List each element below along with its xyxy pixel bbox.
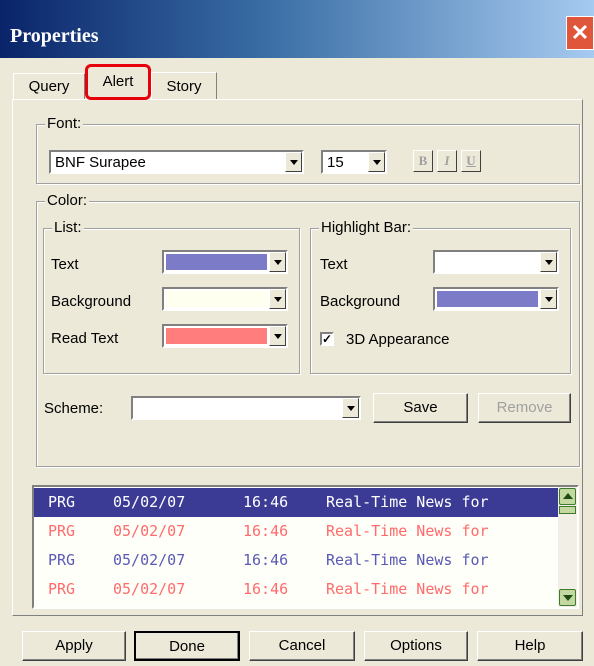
row-headline: Real-Time News for <box>326 551 489 569</box>
scroll-down-icon[interactable] <box>559 589 576 606</box>
options-button[interactable]: Options <box>364 631 468 661</box>
preview-scrollbar[interactable] <box>558 487 577 607</box>
scheme-label: Scheme: <box>44 400 104 417</box>
row-code: PRG <box>48 551 76 569</box>
scroll-thumb[interactable] <box>559 506 576 514</box>
list-item[interactable]: PRG 05/02/07 16:46 Real-Time News for <box>34 488 559 517</box>
row-code: PRG <box>48 522 76 540</box>
highlight-background-color-select[interactable] <box>433 287 559 311</box>
chevron-down-icon[interactable] <box>269 326 286 346</box>
font-family-value: BNF Surapee <box>55 154 146 171</box>
remove-button[interactable]: Remove <box>478 393 571 423</box>
row-date: 05/02/07 <box>113 580 186 598</box>
window-title: Properties <box>10 25 99 47</box>
highlight-background-swatch <box>437 291 538 307</box>
list-text-swatch <box>166 254 267 270</box>
save-button[interactable]: Save <box>373 393 468 423</box>
3d-appearance-label: 3D Appearance <box>346 331 450 348</box>
font-family-select[interactable]: BNF Surapee <box>49 150 304 174</box>
scroll-up-icon[interactable] <box>559 488 576 505</box>
tab-story[interactable]: Story <box>151 72 217 100</box>
list-text-label: Text <box>51 256 79 273</box>
list-group-label: List: <box>52 219 84 236</box>
chevron-down-icon[interactable] <box>342 398 359 418</box>
highlight-text-color-select[interactable] <box>433 250 559 274</box>
chevron-down-icon[interactable] <box>540 252 557 272</box>
help-button[interactable]: Help <box>477 631 583 661</box>
chevron-down-icon[interactable] <box>540 289 557 309</box>
row-code: PRG <box>48 493 76 511</box>
list-item[interactable]: PRG 05/02/07 16:46 Real-Time News for <box>34 517 559 546</box>
highlight-text-swatch <box>437 254 538 270</box>
font-size-value: 15 <box>327 154 344 171</box>
list-read-text-swatch <box>166 328 267 344</box>
done-button[interactable]: Done <box>134 631 240 661</box>
highlight-background-label: Background <box>320 293 401 310</box>
underline-button[interactable]: U <box>461 150 481 172</box>
row-code: PRG <box>48 580 76 598</box>
list-read-text-label: Read Text <box>51 330 119 347</box>
row-time: 16:46 <box>243 551 289 569</box>
list-background-color-select[interactable] <box>162 287 288 311</box>
check-icon: ✓ <box>322 332 333 346</box>
list-text-color-select[interactable] <box>162 250 288 274</box>
color-group-label: Color: <box>45 192 90 209</box>
row-time: 16:46 <box>243 522 289 540</box>
font-group-label: Font: <box>45 115 84 132</box>
properties-dialog: Properties ✕ Query Story Alert Font: BNF… <box>0 0 594 666</box>
list-background-label: Background <box>51 293 132 310</box>
chevron-down-icon[interactable] <box>269 252 286 272</box>
row-headline: Real-Time News for <box>326 493 489 511</box>
row-time: 16:46 <box>243 580 289 598</box>
list-item[interactable]: PRG 05/02/07 16:46 Real-Time News for <box>34 546 559 575</box>
row-time: 16:46 <box>243 493 289 511</box>
row-date: 05/02/07 <box>113 522 186 540</box>
chevron-down-icon[interactable] <box>368 152 385 172</box>
apply-button[interactable]: Apply <box>22 631 126 661</box>
tab-query[interactable]: Query <box>13 73 85 99</box>
row-headline: Real-Time News for <box>326 522 489 540</box>
chevron-down-icon[interactable] <box>269 289 286 309</box>
italic-button[interactable]: I <box>437 150 457 172</box>
font-size-select[interactable]: 15 <box>321 150 387 174</box>
close-button[interactable]: ✕ <box>566 16 594 50</box>
title-bar: Properties ✕ <box>0 0 594 58</box>
row-date: 05/02/07 <box>113 493 186 511</box>
chevron-down-icon[interactable] <box>285 152 302 172</box>
bold-button[interactable]: B <box>413 150 433 172</box>
row-headline: Real-Time News for <box>326 580 489 598</box>
list-read-text-color-select[interactable] <box>162 324 288 348</box>
list-background-swatch <box>166 291 267 307</box>
scheme-select[interactable] <box>131 396 361 420</box>
alert-preview-list[interactable]: PRG 05/02/07 16:46 Real-Time News for PRG 05/… <box>32 485 579 609</box>
tab-alert[interactable]: Alert <box>85 64 151 100</box>
list-item[interactable]: PRG 05/02/07 16:46 Real-Time News for <box>34 575 559 604</box>
highlight-bar-group-label: Highlight Bar: <box>319 219 414 236</box>
cancel-button[interactable]: Cancel <box>249 631 355 661</box>
row-date: 05/02/07 <box>113 551 186 569</box>
highlight-text-label: Text <box>320 256 348 273</box>
3d-appearance-checkbox[interactable]: ✓ <box>320 332 334 346</box>
